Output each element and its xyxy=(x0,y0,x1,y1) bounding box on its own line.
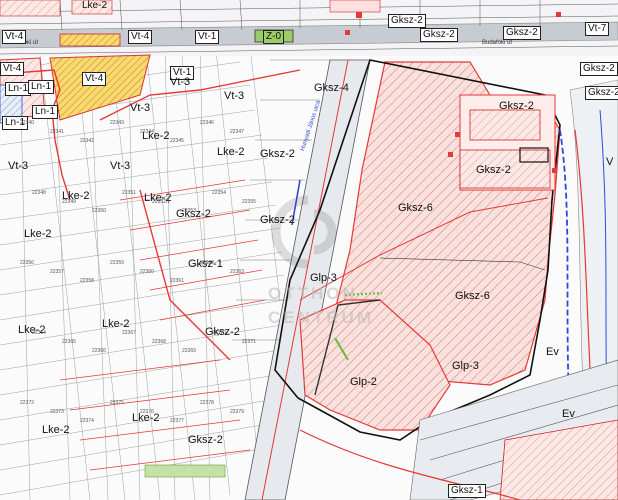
parcel-number: 22345 xyxy=(170,138,184,144)
zone-label[interactable]: Ln-1 xyxy=(28,80,55,94)
zone-label[interactable]: Glp-3 xyxy=(308,272,339,284)
zoning-map[interactable]: OTTHON CENTRUM Budafoki út Budafoki út H… xyxy=(0,0,618,500)
parcel-number: 22377 xyxy=(170,418,184,424)
zone-label[interactable]: Gksz-2 xyxy=(388,14,426,28)
parcel-number: 22373 xyxy=(50,409,64,415)
parcel-number: 22366 xyxy=(92,348,106,354)
parcel-number: 22356 xyxy=(20,260,34,266)
zone-label[interactable]: Vt-4 xyxy=(0,62,25,76)
parcel-number: 22358 xyxy=(80,278,94,284)
parcel-number: 22357 xyxy=(50,269,64,275)
otthon-centrum-logo xyxy=(271,195,337,269)
parcel-number: 22360 xyxy=(140,269,154,275)
parcel-number: 22364 xyxy=(32,330,46,336)
zone-label[interactable]: Gksz-2 xyxy=(474,164,513,176)
zone-label[interactable]: Gksz-2 xyxy=(585,86,618,100)
parcel-number: 22343 xyxy=(110,120,124,126)
parcel-number: 22368 xyxy=(152,339,166,345)
watermark-line2: CENTRUM xyxy=(268,308,374,327)
zone-label[interactable]: Vt-1 xyxy=(195,30,220,44)
parcel-number: 22379 xyxy=(230,409,244,415)
parcel-number: 22375 xyxy=(110,400,124,406)
parcel-number: 22344 xyxy=(140,129,154,135)
zone-label[interactable]: Gksz-6 xyxy=(396,202,435,214)
parcel-number: 22340 xyxy=(20,120,34,126)
zone-label[interactable]: Gksz-2 xyxy=(497,100,536,112)
parcel-number: 22352/1 xyxy=(152,199,171,205)
zone-label[interactable]: Gksz-6 xyxy=(453,290,492,302)
zone-label[interactable]: Lke-2 xyxy=(80,0,109,12)
zone-label[interactable]: Vt-3 xyxy=(222,90,246,102)
zone-label[interactable]: Gksz-2 xyxy=(186,434,225,446)
zone-label[interactable]: Vt-7 xyxy=(585,22,610,36)
zone-label[interactable]: V xyxy=(604,156,615,168)
zone-label[interactable]: Gksz-2 xyxy=(420,28,458,42)
street-budafoki-right: Budafoki út xyxy=(482,40,513,46)
zone-label[interactable]: Gksz-2 xyxy=(258,148,297,160)
zone-label[interactable]: Gksz-2 xyxy=(580,62,618,76)
zone-label[interactable]: Vt-3 xyxy=(108,160,132,172)
zone-label[interactable]: Z-0 xyxy=(263,30,284,44)
parcel-number: 22362 xyxy=(200,260,214,266)
zone-label[interactable]: Vt-3 xyxy=(6,160,30,172)
zone-label[interactable]: Lke-2 xyxy=(40,424,72,436)
parcel-number: 22351 xyxy=(122,190,136,196)
parcel-number: 22361 xyxy=(170,278,184,284)
parcel-number: 22341 xyxy=(50,129,64,135)
parcel-number: 22353 xyxy=(182,208,196,214)
zone-label[interactable]: Ln-1 xyxy=(32,105,59,119)
parcel-number: 22355 xyxy=(242,199,256,205)
zone-label[interactable]: Vt-3 xyxy=(168,76,192,88)
parcel-number: 22367 xyxy=(122,330,136,336)
zone-label[interactable]: Gksz-1 xyxy=(448,484,486,498)
parcel-number: 22370 xyxy=(212,330,226,336)
parcel-number: 22372 xyxy=(20,400,34,406)
parcel-number: 22346 xyxy=(200,120,214,126)
zone-label[interactable]: Ev xyxy=(560,408,577,420)
zone-label[interactable]: Glp-2 xyxy=(348,376,379,388)
parcel-number: 22378 xyxy=(200,400,214,406)
zone-label[interactable]: Gksz-4 xyxy=(312,82,351,94)
parcel-number: 22350 xyxy=(92,208,106,214)
parcel-number: 22359 xyxy=(110,260,124,266)
zone-label[interactable]: Gksz-2 xyxy=(258,214,297,226)
zone-label[interactable]: Ev xyxy=(544,346,561,358)
parcel-number: 22363 xyxy=(230,269,244,275)
parcel-number: 22369 xyxy=(182,348,196,354)
zone-label[interactable]: Gksz-2 xyxy=(503,26,541,40)
zone-label[interactable]: Vt-3 xyxy=(128,102,152,114)
parcel-number: 22348 xyxy=(32,190,46,196)
parcel-number: 22374 xyxy=(80,418,94,424)
parcel-number: 22376 xyxy=(140,409,154,415)
parcel-number: 22371 xyxy=(242,339,256,345)
zone-label[interactable]: Lke-2 xyxy=(22,228,54,240)
parcel-number: 22354 xyxy=(212,190,226,196)
zone-label[interactable]: Vt-4 xyxy=(82,72,107,86)
zone-label[interactable]: Glp-3 xyxy=(450,360,481,372)
parcel-number: 22349 xyxy=(62,199,76,205)
parcel-number: 22347 xyxy=(230,129,244,135)
zone-label[interactable]: Vt-4 xyxy=(2,30,27,44)
zone-label[interactable]: Vt-4 xyxy=(128,30,153,44)
watermark-line1: OTTHON xyxy=(268,284,358,303)
zone-label[interactable]: Lke-2 xyxy=(100,318,132,330)
parcel-number: 22365 xyxy=(62,339,76,345)
zone-label[interactable]: Lke-2 xyxy=(215,146,247,158)
parcel-number: 22342 xyxy=(80,138,94,144)
